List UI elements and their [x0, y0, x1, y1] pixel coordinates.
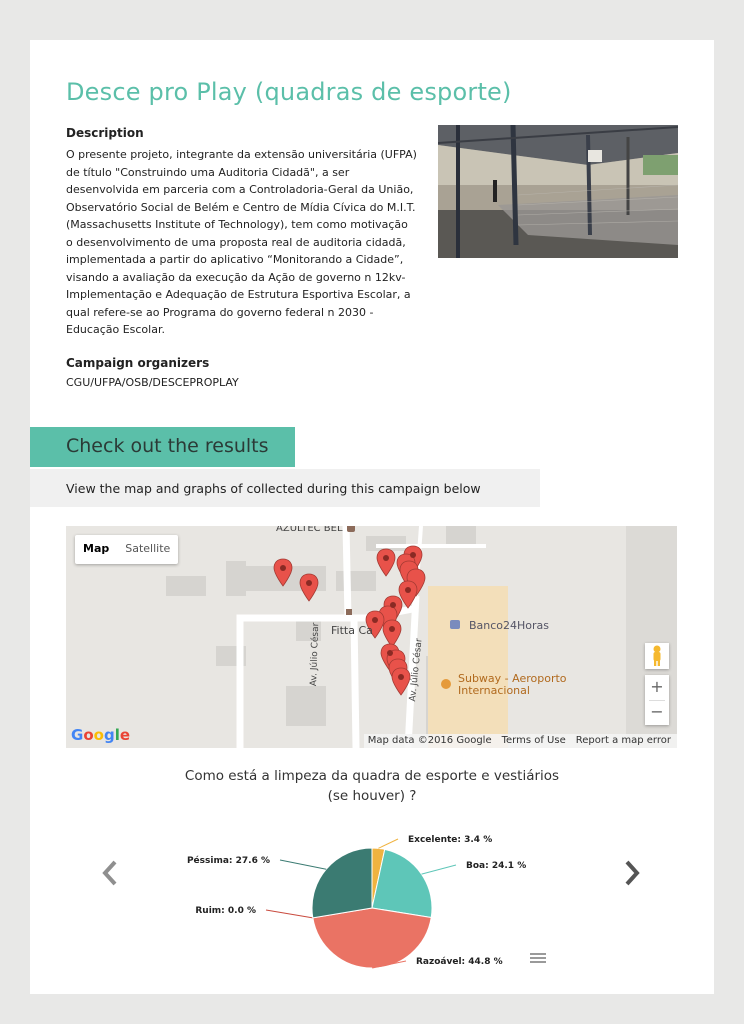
chart-title: Como está a limpeza da quadra de esporte… [116, 766, 628, 806]
description-text: O presente projeto, integrante da extens… [66, 148, 417, 336]
pie-connector-péssima [279, 859, 327, 870]
pie-label-ruim: Ruim: 0.0 % [195, 906, 256, 916]
zoom-out-button[interactable]: − [645, 700, 669, 725]
campaign-card: Desce pro Play (quadras de esporte) Desc… [30, 40, 714, 994]
map-label-atm: Banco24Horas [469, 619, 550, 632]
pie-connector-boa [421, 864, 457, 875]
google-logo[interactable]: Google [71, 726, 130, 744]
pie-chart-svg: Excelente: 3.4 % Boa: 24.1 % Razoável: 44.… [187, 835, 526, 969]
zoom-control: + − [645, 675, 669, 725]
report-map-error-link[interactable]: Report a map error [576, 734, 671, 748]
pie-slice-razoável[interactable] [312, 907, 432, 969]
terms-of-use-link[interactable]: Terms of Use [502, 734, 566, 748]
pie-connector-ruim [265, 909, 313, 919]
pie-label-razoável: Razoável: 44.8 % [416, 957, 503, 967]
map-label-fitta: Fitta Ca [331, 624, 373, 637]
pie-label-boa: Boa: 24.1 % [466, 861, 526, 871]
campaign-title: Desce pro Play (quadras de esporte) [66, 78, 512, 106]
street-view-pegman-icon[interactable] [645, 643, 669, 669]
map-label-subway-line2: Internacional [458, 684, 530, 697]
pie-slice-péssima[interactable] [311, 847, 373, 919]
results-map[interactable]: AZULTEC BEL Fitta Ca Banco24Horas Subway… [66, 526, 677, 748]
pie-label-péssima: Péssima: 27.6 % [187, 855, 270, 866]
pie-chart: Excelente: 3.4 % Boa: 24.1 % Razoável: 44.… [110, 820, 630, 990]
chart-title-line-1: Como está a limpeza da quadra de esporte… [184, 768, 560, 784]
pie-label-excelente: Excelente: 3.4 % [408, 835, 492, 845]
map-data-attribution: Map data ©2016 Google [367, 735, 492, 746]
map-type-control: Map Satellite [75, 535, 179, 564]
results-subheading-bar: View the map and graphs of collected dur… [30, 469, 540, 507]
campaign-photo [438, 125, 678, 258]
chart-title-line-2: (se houver) ? [327, 788, 417, 804]
results-heading: Check out the results [66, 435, 269, 457]
description-heading: Description [66, 126, 144, 140]
results-subheading: View the map and graphs of collected dur… [66, 481, 481, 496]
map-type-map-button[interactable]: Map [75, 535, 117, 564]
map-footer: Map data ©2016 Google Terms of Use Repor… [363, 734, 677, 748]
pie-connector-excelente [378, 838, 399, 849]
organizers-text: CGU/UFPA/OSB/DESCEPROPLAY [66, 376, 239, 389]
chart-menu-icon[interactable] [530, 953, 546, 965]
map-type-satellite-button[interactable]: Satellite [117, 535, 178, 564]
zoom-in-button[interactable]: + [645, 675, 669, 700]
results-banner: Check out the results [30, 427, 295, 467]
map-label-azultec: AZULTEC BEL [276, 526, 343, 534]
organizers-heading: Campaign organizers [66, 356, 210, 370]
